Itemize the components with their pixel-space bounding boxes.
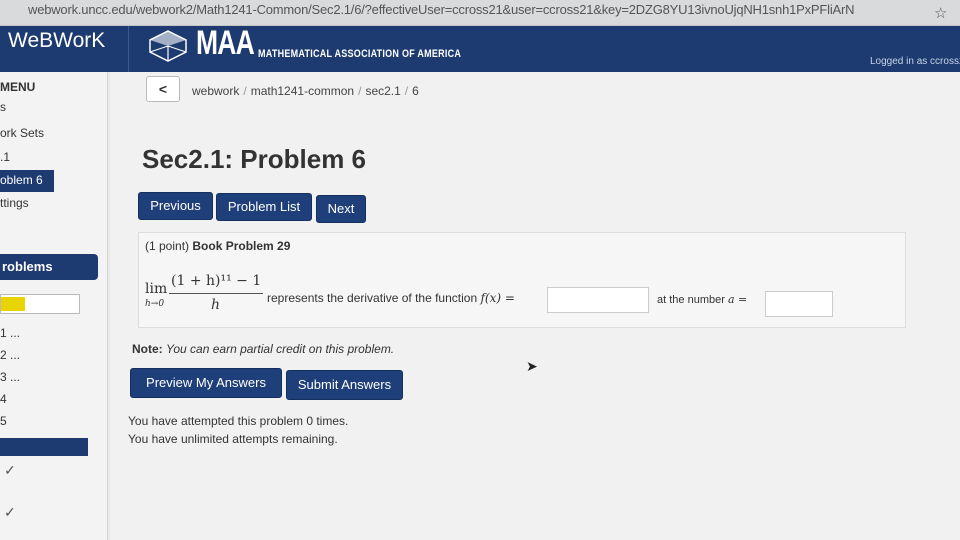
attempts-remaining: You have unlimited attempts remaining. <box>128 432 338 446</box>
webwork-brand[interactable]: WeBWorK <box>8 29 105 53</box>
problem-header: (1 point) Book Problem 29 <box>145 239 290 253</box>
number-answer-input[interactable] <box>765 291 833 317</box>
sidebar-problem-1[interactable]: 1 ... <box>0 326 20 340</box>
sidebar-menu-heading: MENU <box>0 80 36 94</box>
breadcrumb-course[interactable]: math1241-common <box>251 84 354 98</box>
maa-logo-icon <box>149 30 187 62</box>
sidebar: MENU s ork Sets .1 oblem 6 ttings roblem… <box>0 72 108 540</box>
number-label: a = <box>727 293 748 306</box>
sidebar-link-homework-sets[interactable]: ork Sets <box>0 126 44 140</box>
problem-list-button[interactable]: Problem List <box>216 193 312 221</box>
page-title: Sec2.1: Problem 6 <box>142 144 366 174</box>
note-label: Note: <box>132 342 163 356</box>
sidebar-link-courses[interactable]: s <box>0 100 6 114</box>
url-text[interactable]: webwork.uncc.edu/webwork2/Math1241-Commo… <box>28 2 854 17</box>
fraction-denominator: h <box>211 297 221 313</box>
sidebar-problem-2[interactable]: 2 ... <box>0 348 20 362</box>
function-answer-input[interactable] <box>547 287 649 313</box>
sidebar-problem-5[interactable]: 5 <box>0 414 7 428</box>
problem-book-ref: Book Problem 29 <box>192 239 291 253</box>
problem-panel: (1 point) Book Problem 29 lim h→0 (1 + h… <box>138 232 906 328</box>
sidebar-link-set[interactable]: .1 <box>0 150 10 164</box>
logged-in-status: Logged in as ccross2 <box>870 56 960 67</box>
sidebar-problems-heading: roblems <box>0 254 98 280</box>
back-button[interactable]: < <box>146 76 180 102</box>
next-button[interactable]: Next <box>316 195 366 223</box>
breadcrumb-set[interactable]: sec2.1 <box>365 84 400 98</box>
note-text: You can earn partial credit on this prob… <box>166 342 395 356</box>
question-at-number: at the number <box>657 294 725 306</box>
star-icon[interactable]: ☆ <box>934 4 947 22</box>
question-text: represents the derivative of the functio… <box>267 291 515 305</box>
sidebar-problem-current[interactable] <box>0 438 88 456</box>
fraction-bar <box>169 293 263 294</box>
sidebar-problem-4[interactable]: 4 <box>0 392 7 406</box>
question-represents: represents the derivative of the functio… <box>267 291 478 305</box>
maa-wordmark: MAA <box>196 24 255 62</box>
breadcrumb-problem: 6 <box>412 84 419 98</box>
sidebar-item-problem-6[interactable]: oblem 6 <box>0 170 54 192</box>
progress-bar <box>0 294 80 314</box>
progress-fill <box>1 297 26 311</box>
attempts-status: You have attempted this problem 0 times. <box>128 414 349 428</box>
previous-button[interactable]: Previous <box>138 192 213 220</box>
sidebar-link-settings[interactable]: ttings <box>0 196 29 210</box>
check-icon: ✓ <box>4 504 16 520</box>
check-icon: ✓ <box>4 462 16 478</box>
site-header: WeBWorK MAA MATHEMATICAL ASSOCIATION OF … <box>0 24 960 72</box>
preview-answers-button[interactable]: Preview My Answers <box>130 368 282 398</box>
breadcrumb-webwork[interactable]: webwork <box>192 84 239 98</box>
header-divider <box>128 26 129 72</box>
function-label: f(x) = <box>480 291 515 305</box>
mouse-cursor-icon: ➤ <box>526 358 538 374</box>
submit-answers-button[interactable]: Submit Answers <box>286 370 403 400</box>
fraction-numerator: (1 + h)¹¹ − 1 <box>171 273 262 289</box>
problem-points: (1 point) <box>145 239 190 253</box>
limit-symbol: lim <box>145 281 168 297</box>
partial-credit-note: Note: You can earn partial credit on thi… <box>132 342 394 356</box>
sidebar-problem-3[interactable]: 3 ... <box>0 370 20 384</box>
main-content: < webwork / math1241-common / sec2.1/6 Sec2.… <box>110 72 960 540</box>
question-text-at: at the number a = <box>657 293 747 306</box>
browser-url-bar[interactable]: webwork.uncc.edu/webwork2/Math1241-Commo… <box>0 0 960 26</box>
maa-fullname: MATHEMATICAL ASSOCIATION OF AMERICA <box>258 48 462 60</box>
breadcrumb: webwork / math1241-common / sec2.1/6 <box>192 84 419 98</box>
limit-subscript: h→0 <box>145 299 165 309</box>
